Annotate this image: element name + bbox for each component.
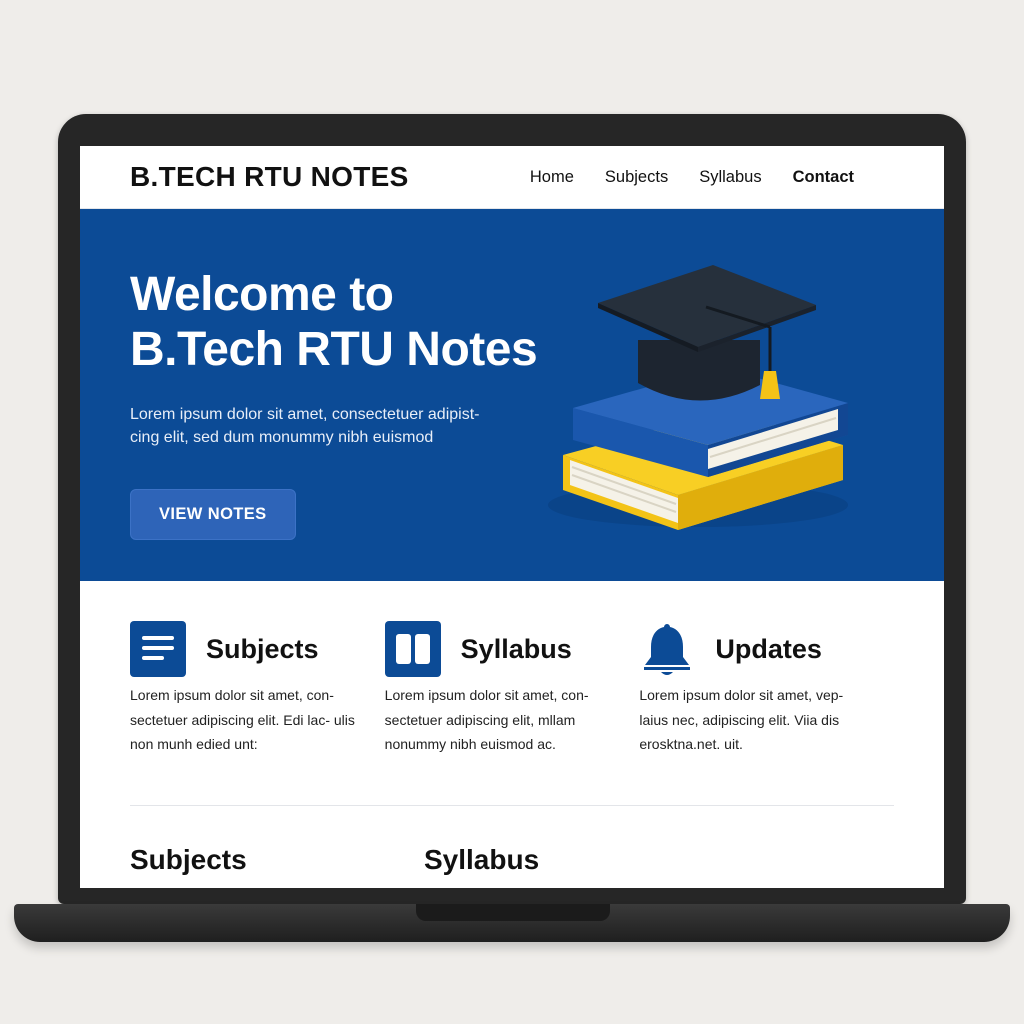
feature-header: Subjects: [130, 621, 385, 677]
main-nav: Home Subjects Syllabus Contact: [530, 168, 854, 187]
hero-section: Welcome to B.Tech RTU Notes Lorem ipsum …: [80, 209, 944, 581]
book-icon: [384, 621, 441, 677]
nav-subjects[interactable]: Subjects: [605, 168, 668, 187]
feature-header: Updates: [639, 621, 894, 677]
laptop-screen: B.TECH RTU NOTES Home Subjects Syllabus …: [80, 146, 944, 888]
site-brand[interactable]: B.TECH RTU NOTES: [130, 161, 409, 193]
feature-header: Syllabus: [384, 621, 640, 677]
document-lines-icon: [130, 621, 186, 677]
lower-sections: Subjects Syllabus: [80, 806, 944, 876]
nav-contact[interactable]: Contact: [793, 168, 854, 187]
feature-title: Updates: [715, 633, 822, 664]
feature-syllabus[interactable]: Syllabus Lorem ipsum dolor sit amet, con…: [384, 621, 640, 757]
feature-title: Syllabus: [460, 633, 572, 664]
feature-description: Lorem ipsum dolor sit amet, vep- laius n…: [639, 687, 844, 752]
feature-updates[interactable]: Updates Lorem ipsum dolor sit amet, vep-…: [639, 621, 894, 757]
site-header: B.TECH RTU NOTES Home Subjects Syllabus …: [80, 146, 944, 209]
syllabus-section-heading: Syllabus: [424, 843, 540, 875]
graduation-cap-books-icon: [548, 265, 848, 530]
hero-description: Lorem ipsum dolor sit amet, consectetuer…: [130, 406, 480, 446]
hero-title-line2: B.Tech RTU Notes: [130, 323, 538, 376]
nav-home[interactable]: Home: [530, 168, 574, 187]
hero-title-line1: Welcome to: [130, 268, 394, 321]
nav-syllabus[interactable]: Syllabus: [699, 168, 761, 187]
laptop-notch: [416, 904, 610, 921]
bell-icon: [644, 624, 691, 675]
features-row: Subjects Lorem ipsum dolor sit amet, con…: [80, 581, 944, 757]
feature-description: Lorem ipsum dolor sit amet, con- sectetu…: [130, 687, 355, 752]
feature-description: Lorem ipsum dolor sit amet, con- sectetu…: [384, 687, 589, 752]
feature-subjects[interactable]: Subjects Lorem ipsum dolor sit amet, con…: [130, 621, 385, 757]
feature-title: Subjects: [206, 633, 319, 664]
view-notes-button[interactable]: VIEW NOTES: [130, 489, 296, 540]
hero-title: Welcome to B.Tech RTU Notes: [130, 267, 570, 377]
subjects-section-heading: Subjects: [130, 843, 247, 875]
